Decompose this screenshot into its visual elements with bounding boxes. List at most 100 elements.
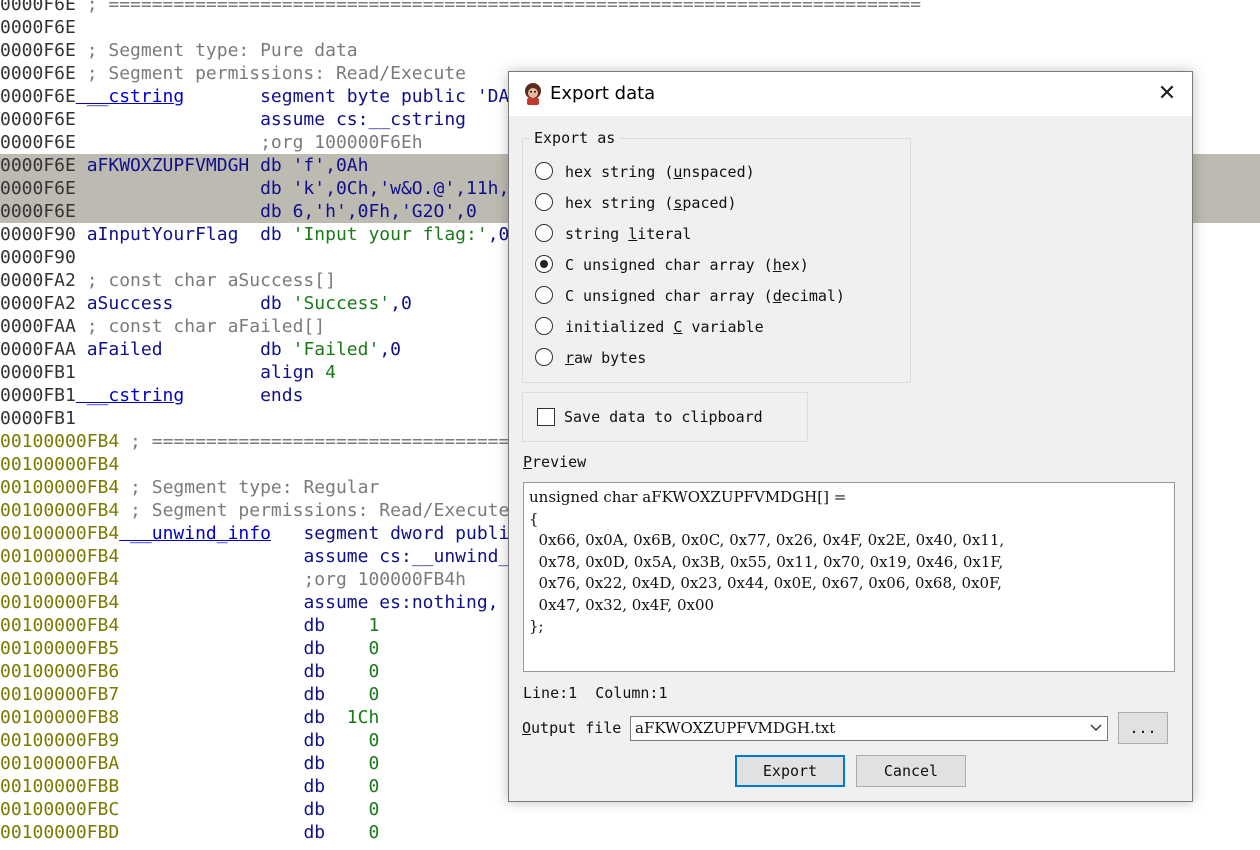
output-file-combobox[interactable]: aFKWOXZUPFVMDGH.txt xyxy=(630,716,1108,741)
disasm-address: 0000F90 xyxy=(0,224,76,245)
preview-line: }; xyxy=(529,617,544,635)
preview-label: Preview xyxy=(523,453,587,471)
disasm-token: 1Ch xyxy=(346,707,380,728)
disasm-address: 00100000FB4 xyxy=(0,569,120,590)
radio-label[interactable]: hex string (unspaced) xyxy=(565,160,755,184)
disasm-address: 00100000FBB xyxy=(0,776,120,797)
disasm-token: 0 xyxy=(368,661,380,682)
radio-label[interactable]: C unsigned char array (decimal) xyxy=(565,284,845,308)
disasm-token: db xyxy=(119,615,369,636)
disasm-address: 0000F6E xyxy=(0,109,76,130)
app-icon xyxy=(521,82,545,106)
export-format-option[interactable]: initialized C variable xyxy=(535,315,895,339)
dialog-titlebar[interactable]: Export data ✕ xyxy=(509,72,1192,116)
chevron-down-icon[interactable] xyxy=(1089,720,1103,736)
disasm-token: ;org 100000F6Eh xyxy=(75,132,423,153)
disasm-token: 'Failed' xyxy=(292,339,380,360)
disasm-token: ; const char aSuccess[] xyxy=(75,270,336,291)
disasm-token: db xyxy=(119,776,369,797)
disasm-token: ; ======================================… xyxy=(75,0,922,15)
disasm-address: 0000F90 xyxy=(0,247,76,268)
disasm-token: 0 xyxy=(368,638,380,659)
disasm-address: 00100000FBD xyxy=(0,822,120,843)
disasm-token: db 6,'h',0Fh,'G2O',0 xyxy=(75,201,477,222)
radio-button[interactable] xyxy=(535,348,553,366)
disasm-token: assume es:nothing, xyxy=(119,592,510,613)
disasm-address: 0000F6E xyxy=(0,132,76,153)
disasm-token: ,0 xyxy=(487,224,510,245)
disasm-line[interactable]: 00100000FBD db 0 xyxy=(0,821,1260,844)
export-format-option[interactable]: C unsigned char array (hex) xyxy=(535,253,895,277)
disasm-token: ,0 xyxy=(390,293,412,314)
radio-label[interactable]: hex string (spaced) xyxy=(565,191,737,215)
radio-label[interactable]: C unsigned char array (hex) xyxy=(565,253,809,277)
disasm-line[interactable]: 0000F6E ; Segment type: Pure data xyxy=(0,39,1260,62)
disasm-token: 0 xyxy=(368,822,380,843)
export-format-option[interactable]: string literal xyxy=(535,222,895,246)
disasm-token: 0 xyxy=(368,799,380,820)
disasm-address: 0000F6E xyxy=(0,178,76,199)
disasm-token: ;org 100000FB4h xyxy=(119,569,466,590)
disasm-token: db xyxy=(238,224,293,245)
disasm-address: 00100000FBC xyxy=(0,799,120,820)
disasm-token: 0 xyxy=(368,753,380,774)
radio-label[interactable]: string literal xyxy=(565,222,691,246)
disasm-token: 'Success' xyxy=(292,293,391,314)
disasm-address: 00100000FBA xyxy=(0,753,120,774)
disasm-token: db xyxy=(119,707,347,728)
export-button[interactable]: Export xyxy=(735,755,845,787)
disasm-token: __unwind_info xyxy=(119,523,271,544)
disasm-line[interactable]: 0000F6E ; ==============================… xyxy=(0,0,1260,16)
export-format-option[interactable]: hex string (unspaced) xyxy=(535,160,895,184)
radio-label[interactable]: raw bytes xyxy=(565,346,646,370)
disasm-address: 0000FB1 xyxy=(0,362,76,383)
save-clipboard-label[interactable]: Save data to clipboard xyxy=(564,406,763,428)
disasm-address: 0000F6E xyxy=(0,201,76,222)
disasm-token: 4 xyxy=(325,362,336,383)
disasm-address: 0000FAA xyxy=(0,316,76,337)
radio-button[interactable] xyxy=(535,286,553,304)
disasm-address: 00100000FB4 xyxy=(0,454,120,475)
disasm-address: 00100000FB8 xyxy=(0,707,120,728)
radio-button[interactable] xyxy=(535,193,553,211)
disasm-address: 0000FA2 xyxy=(0,270,76,291)
disasm-token: 1 xyxy=(368,615,380,636)
radio-label[interactable]: initialized C variable xyxy=(565,315,764,339)
preview-line: 0x76, 0x22, 0x4D, 0x23, 0x44, 0x0E, 0x67… xyxy=(529,574,1002,592)
export-format-option[interactable]: hex string (spaced) xyxy=(535,191,895,215)
radio-button[interactable] xyxy=(535,255,553,273)
disasm-address: 0000FAA xyxy=(0,339,76,360)
disasm-token: db xyxy=(119,661,369,682)
save-clipboard-checkbox[interactable] xyxy=(537,408,555,426)
disasm-token: aFailed db xyxy=(75,339,293,360)
disasm-address: 0000F6E xyxy=(0,17,76,38)
output-file-label: Output file xyxy=(522,719,622,737)
radio-button[interactable] xyxy=(535,224,553,242)
export-as-label: Export as xyxy=(530,129,620,147)
disasm-token: ; const char aFailed[] xyxy=(75,316,326,337)
browse-button[interactable]: ... xyxy=(1118,712,1168,744)
export-format-option[interactable]: raw bytes xyxy=(535,346,895,370)
disasm-token: aInputYourFlag xyxy=(75,224,239,245)
radio-button[interactable] xyxy=(535,317,553,335)
export-format-option[interactable]: C unsigned char array (decimal) xyxy=(535,284,895,308)
preview-line: 0x47, 0x32, 0x4F, 0x00 xyxy=(529,595,715,614)
disasm-token: ; Segment type: Pure data xyxy=(75,40,358,61)
cancel-button[interactable]: Cancel xyxy=(856,755,966,787)
disasm-address: 00100000FB6 xyxy=(0,661,120,682)
close-icon[interactable]: ✕ xyxy=(1142,72,1192,116)
disasm-address: 0000FB1 xyxy=(0,408,76,429)
disasm-line[interactable]: 0000F6E xyxy=(0,16,1260,39)
preview-textarea[interactable]: unsigned char aFKWOXZUPFVMDGH[] = { 0x66,… xyxy=(523,482,1175,672)
disasm-address: 0000F6E xyxy=(0,40,76,61)
disasm-token: align xyxy=(75,362,326,383)
disasm-address: 00100000FB4 xyxy=(0,592,120,613)
disasm-token: 'Input your flag:' xyxy=(292,224,488,245)
disasm-token: aFKWOXZUPFVMDGH db 'f',0Ah xyxy=(75,155,369,176)
disasm-address: 0000F6E xyxy=(0,0,76,15)
disasm-token: db xyxy=(119,753,369,774)
disasm-token: db xyxy=(119,799,369,820)
disasm-address: 0000F6E xyxy=(0,86,76,107)
radio-button[interactable] xyxy=(535,162,553,180)
output-file-value[interactable]: aFKWOXZUPFVMDGH.txt xyxy=(635,717,835,740)
